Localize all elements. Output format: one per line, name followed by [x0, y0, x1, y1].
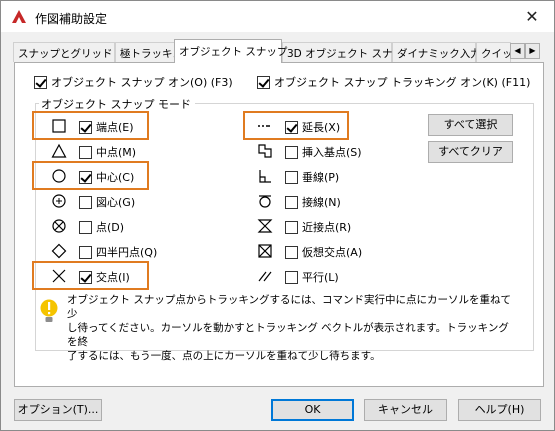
- checkbox-box[interactable]: [285, 220, 298, 234]
- checkbox-box[interactable]: [285, 170, 298, 184]
- tab-object-snap[interactable]: オブジェクト スナップ: [174, 39, 287, 63]
- snap-midpoint-checkbox[interactable]: 中点(M): [79, 144, 136, 160]
- snap-perpendicular-label: 垂線(P): [302, 171, 340, 184]
- cancel-button[interactable]: キャンセル: [364, 399, 447, 421]
- snap-apparent-intersection-label: 仮想交点(A): [302, 246, 363, 259]
- help-button[interactable]: ヘルプ(H): [458, 399, 541, 421]
- object-snap-panel: オブジェクト スナップ オン(O) (F3) オブジェクト スナップ トラッキン…: [14, 62, 544, 387]
- clear-all-button[interactable]: すべてクリア: [428, 141, 513, 163]
- quadrant-diamond-icon: [51, 243, 67, 259]
- checkbox-box[interactable]: [285, 145, 298, 159]
- checkbox-box[interactable]: [79, 195, 92, 209]
- snap-centroid-checkbox[interactable]: 図心(G): [79, 194, 135, 210]
- snap-perpendicular-checkbox[interactable]: 垂線(P): [285, 169, 339, 185]
- tangent-icon: [259, 195, 271, 208]
- checkbox-box[interactable]: [285, 195, 298, 209]
- snap-quadrant-checkbox[interactable]: 四半円点(Q): [79, 244, 157, 260]
- perpendicular-icon: [259, 170, 271, 183]
- title-bar: 作図補助設定 ✕: [1, 1, 554, 32]
- tracking-on-checkbox[interactable]: オブジェクト スナップ トラッキング オン(K) (F11): [257, 74, 530, 90]
- checkbox-box[interactable]: [257, 75, 270, 89]
- info-line-3: 了するには、もう一度、点の上にカーソルを重ねて少し待ちます。: [67, 350, 381, 362]
- snap-tangent-checkbox[interactable]: 接線(N): [285, 194, 341, 210]
- apparent-intersection-icon: [258, 244, 272, 258]
- snap-modes-group-label: オブジェクト スナップ モード: [39, 96, 195, 112]
- snap-midpoint-label: 中点(M): [96, 146, 137, 159]
- nearest-icon: [257, 219, 273, 233]
- snap-centroid-label: 図心(G): [96, 196, 136, 209]
- snap-nearest-checkbox[interactable]: 近接点(R): [285, 219, 351, 235]
- tab-dynamic-input[interactable]: ダイナミック入力: [392, 42, 481, 62]
- drafting-settings-dialog: 作図補助設定 ✕ スナップとグリッド 極トラッキング オブジェクト スナップ 3…: [0, 0, 555, 431]
- options-button[interactable]: オプション(T)...: [14, 399, 102, 421]
- snap-parallel-checkbox[interactable]: 平行(L): [285, 269, 339, 285]
- checkbox-box[interactable]: [34, 75, 47, 89]
- snap-node-label: 点(D): [96, 221, 125, 234]
- highlight-center: [32, 161, 149, 190]
- tab-quick[interactable]: クイッ: [476, 42, 511, 62]
- checkbox-box[interactable]: [79, 245, 92, 259]
- checkbox-box[interactable]: [285, 270, 298, 284]
- midpoint-triangle-icon: [51, 143, 67, 158]
- close-button[interactable]: ✕: [510, 1, 554, 32]
- highlight-endpoint: [32, 111, 149, 140]
- snap-node-checkbox[interactable]: 点(D): [79, 219, 124, 235]
- tab-scroll-right-icon[interactable]: ▶: [525, 43, 540, 59]
- window-title: 作図補助設定: [35, 12, 108, 26]
- ok-button[interactable]: OK: [271, 399, 354, 421]
- snap-parallel-label: 平行(L): [302, 271, 339, 284]
- lightbulb-icon: [40, 299, 58, 322]
- snap-tangent-label: 接線(N): [302, 196, 341, 209]
- parallel-icon: [258, 271, 272, 282]
- highlight-intersection: [32, 261, 149, 290]
- info-line-1: オブジェクト スナップ点からトラッキングするには、コマンド実行中に点にカーソルを…: [67, 294, 512, 320]
- tab-snap-and-grid[interactable]: スナップとグリッド: [13, 42, 115, 62]
- insertion-icon: [258, 144, 272, 158]
- tab-strip: スナップとグリッド 極トラッキング オブジェクト スナップ 3D オブジェクト …: [13, 39, 543, 63]
- osnap-on-label: オブジェクト スナップ オン(O) (F3): [51, 76, 233, 89]
- centroid-icon: [52, 194, 66, 208]
- checkbox-box[interactable]: [79, 145, 92, 159]
- tab-polar-tracking[interactable]: 極トラッキング: [115, 42, 193, 62]
- tracking-info-text: オブジェクト スナップ点からトラッキングするには、コマンド実行中に点にカーソルを…: [67, 293, 515, 363]
- node-icon: [52, 219, 66, 233]
- info-line-2: し待ってください。カーソルを動かすとトラッキング ベクトルが表示されます。トラッ…: [67, 322, 509, 348]
- select-all-button[interactable]: すべて選択: [428, 114, 513, 136]
- snap-insertion-checkbox[interactable]: 挿入基点(S): [285, 144, 362, 160]
- tab-3d-object-snap[interactable]: 3D オブジェクト スナップ: [282, 42, 413, 62]
- highlight-extension: [243, 111, 349, 140]
- osnap-on-checkbox[interactable]: オブジェクト スナップ オン(O) (F3): [34, 74, 233, 90]
- snap-apparent-intersection-checkbox[interactable]: 仮想交点(A): [285, 244, 362, 260]
- checkbox-box[interactable]: [79, 220, 92, 234]
- snap-nearest-label: 近接点(R): [302, 221, 352, 234]
- checkbox-box[interactable]: [285, 245, 298, 259]
- app-icon: [12, 10, 26, 23]
- snap-insertion-label: 挿入基点(S): [302, 146, 362, 159]
- tab-scroll-left-icon[interactable]: ◀: [510, 43, 525, 59]
- snap-quadrant-label: 四半円点(Q): [96, 246, 158, 259]
- tracking-on-label: オブジェクト スナップ トラッキング オン(K) (F11): [274, 76, 531, 89]
